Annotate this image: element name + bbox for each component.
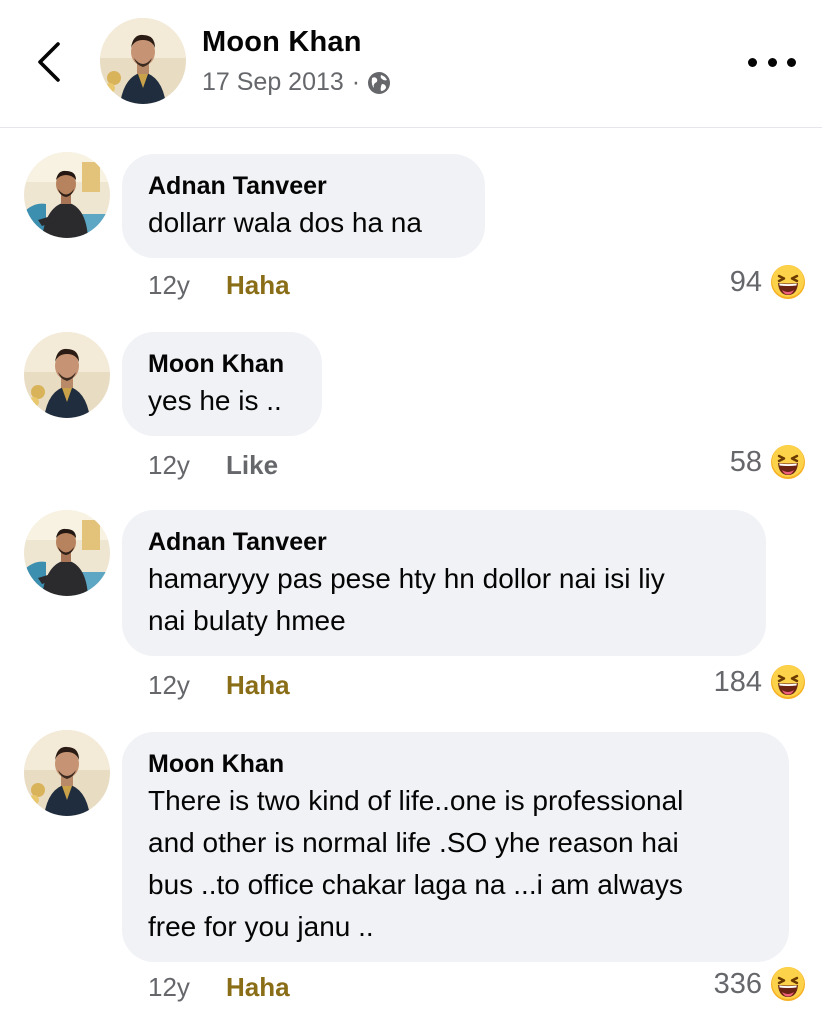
comment-time[interactable]: 12y [148,270,226,301]
comment-text-line: yes he is .. [148,385,282,416]
comment-text-line: nai bulaty hmee [148,605,346,636]
globe-icon [368,71,391,94]
reaction-button[interactable]: Haha [226,972,290,1003]
haha-emoji-icon [770,664,806,700]
post-author-name[interactable]: Moon Khan [202,26,362,59]
comment-bubble[interactable]: Adnan Tanveer hamaryyy pas pese hty hn d… [122,510,766,656]
comment-author[interactable]: Moon Khan [148,748,763,780]
like-button[interactable]: Like [226,450,278,481]
avatar[interactable] [24,152,110,238]
reaction-summary[interactable]: 336 [714,966,806,1002]
reaction-count: 184 [713,665,762,698]
dot-icon [748,57,757,67]
avatar[interactable] [24,730,110,816]
comment-bubble[interactable]: Adnan Tanveer dollarr wala dos ha na [122,154,485,258]
avatar[interactable] [100,18,186,104]
chevron-left-icon [38,42,60,82]
back-button[interactable] [30,40,70,84]
comment-text-line: There is two kind of life..one is profes… [148,785,684,816]
comment-time[interactable]: 12y [148,670,226,701]
avatar[interactable] [24,332,110,418]
comment-author[interactable]: Adnan Tanveer [148,170,459,202]
comment-bubble[interactable]: Moon Khan yes he is .. [122,332,322,436]
haha-emoji-icon [770,264,806,300]
comment-author[interactable]: Moon Khan [148,348,296,380]
comment-author[interactable]: Adnan Tanveer [148,526,740,558]
post-date[interactable]: 17 Sep 2013 [202,68,344,97]
post-header: Moon Khan 17 Sep 2013 · [0,0,822,128]
avatar[interactable] [24,510,110,596]
reaction-button[interactable]: Haha [226,270,290,301]
comment-text-line: bus ..to office chakar laga na ...i am a… [148,869,683,900]
haha-emoji-icon [770,966,806,1002]
comment-time[interactable]: 12y [148,450,226,481]
comment-text-line: dollarr wala dos ha na [148,207,422,238]
meta-separator: · [351,68,361,96]
comment-bubble[interactable]: Moon Khan There is two kind of life..one… [122,732,789,962]
reaction-count: 58 [729,445,762,478]
reaction-count: 336 [713,967,762,1000]
reaction-button[interactable]: Haha [226,670,290,701]
comment-actions: 12y Haha [148,270,290,301]
dot-icon [787,57,796,67]
comment-actions: 12y Haha [148,972,290,1003]
post-meta: 17 Sep 2013 · [202,68,392,97]
comment-actions: 12y Haha [148,670,290,701]
comment-text-line: free for you janu .. [148,911,374,942]
reaction-count: 94 [729,265,762,298]
more-options-button[interactable] [748,50,796,74]
comment-text-line: and other is normal life .SO yhe reason … [148,827,679,858]
dot-icon [767,57,777,67]
comment-actions: 12y Like [148,450,278,481]
reaction-summary[interactable]: 184 [714,664,806,700]
reaction-summary[interactable]: 58 [730,444,806,480]
comment-text-line: hamaryyy pas pese hty hn dollor nai isi … [148,563,665,594]
haha-emoji-icon [770,444,806,480]
reaction-summary[interactable]: 94 [730,264,806,300]
comment-time[interactable]: 12y [148,972,226,1003]
